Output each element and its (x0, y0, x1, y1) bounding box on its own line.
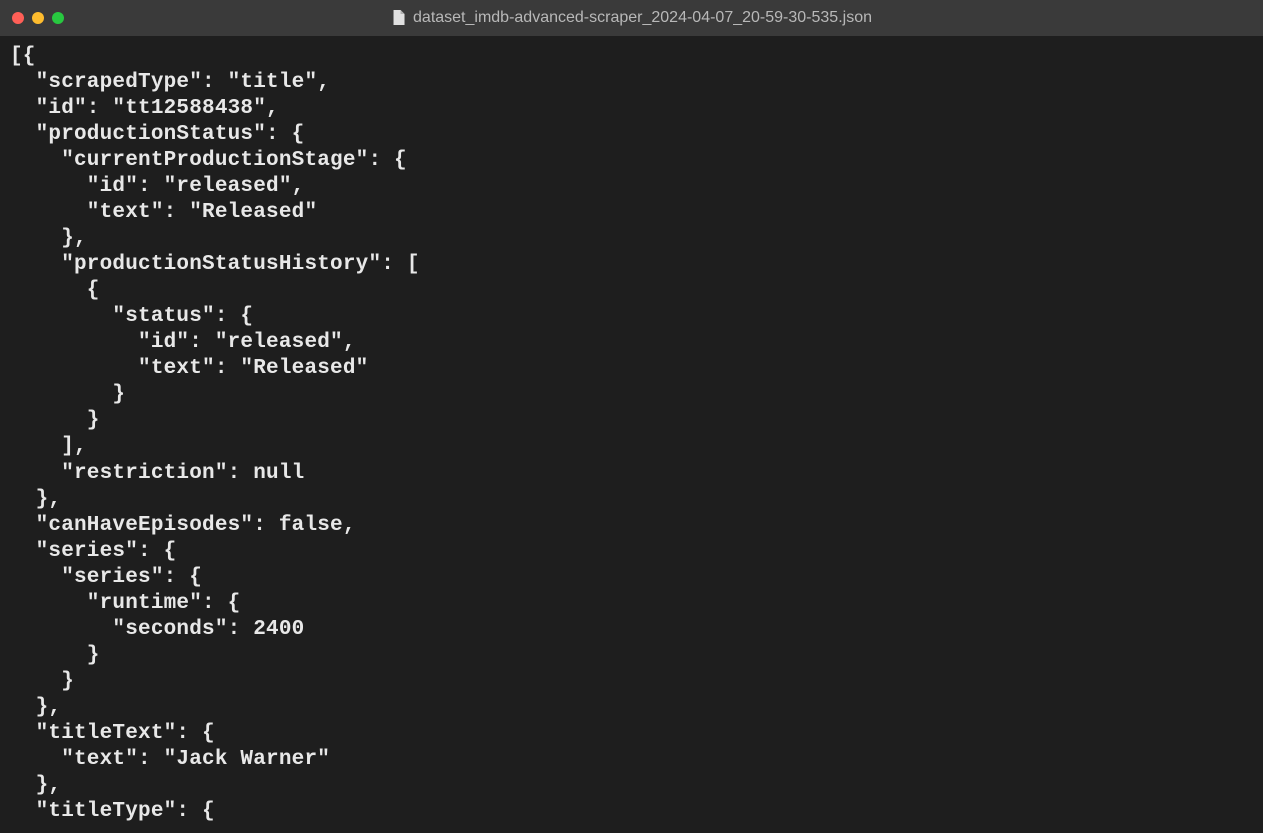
window-title: dataset_imdb-advanced-scraper_2024-04-07… (413, 9, 872, 27)
code-line: "id": "released", (10, 331, 356, 354)
code-line: "series": { (10, 540, 176, 563)
code-line: }, (10, 488, 61, 511)
code-line: "titleType": { (10, 800, 215, 823)
code-line: "productionStatusHistory": [ (10, 253, 420, 276)
close-button[interactable] (12, 12, 24, 24)
code-line: }, (10, 774, 61, 797)
window-title-group: dataset_imdb-advanced-scraper_2024-04-07… (391, 9, 872, 27)
code-line: "id": "tt12588438", (10, 97, 279, 120)
code-line: }, (10, 696, 61, 719)
code-editor[interactable]: [{ "scrapedType": "title", "id": "tt1258… (0, 36, 1263, 833)
code-line: "status": { (10, 305, 253, 328)
code-line: "runtime": { (10, 592, 240, 615)
document-icon (391, 10, 405, 26)
code-line: "series": { (10, 566, 202, 589)
code-line: } (10, 383, 125, 406)
code-line: "productionStatus": { (10, 123, 304, 146)
code-line: { (10, 279, 100, 302)
maximize-button[interactable] (52, 12, 64, 24)
code-line: } (10, 409, 100, 432)
code-line: "text": "Released" (10, 357, 368, 380)
code-line: }, (10, 227, 87, 250)
code-line: "restriction": null (10, 462, 304, 485)
code-line: "id": "released", (10, 175, 304, 198)
code-line: ], (10, 435, 87, 458)
code-line: "titleText": { (10, 722, 215, 745)
code-line: } (10, 670, 74, 693)
code-line: "scrapedType": "title", (10, 71, 330, 94)
traffic-lights (12, 12, 64, 24)
code-line: "text": "Jack Warner" (10, 748, 330, 771)
code-line: "seconds": 2400 (10, 618, 304, 641)
code-line: } (10, 644, 100, 667)
minimize-button[interactable] (32, 12, 44, 24)
code-line: "currentProductionStage": { (10, 149, 407, 172)
code-line: "canHaveEpisodes": false, (10, 514, 356, 537)
window-titlebar: dataset_imdb-advanced-scraper_2024-04-07… (0, 0, 1263, 36)
code-line: "text": "Released" (10, 201, 317, 224)
code-line: [{ (10, 45, 36, 68)
